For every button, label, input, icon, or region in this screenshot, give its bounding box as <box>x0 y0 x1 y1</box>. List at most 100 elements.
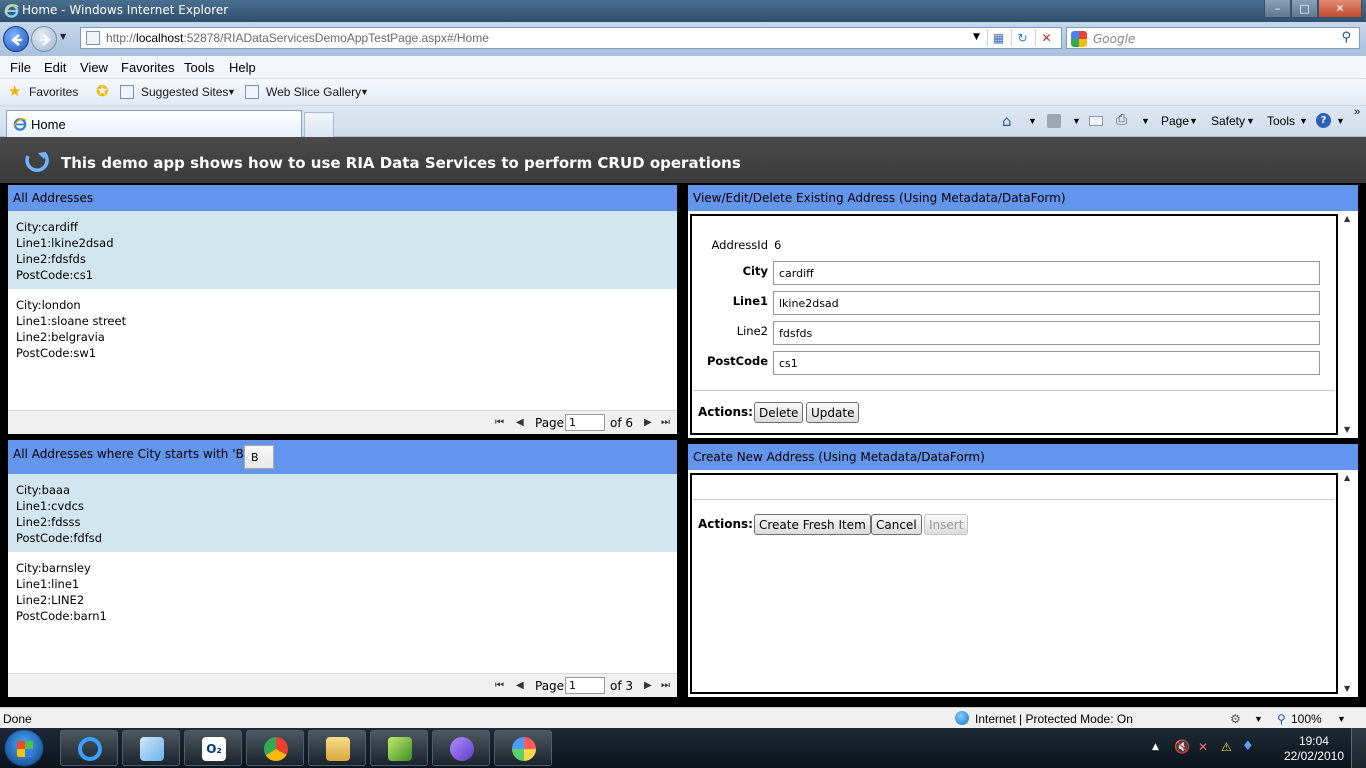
print-dropdown-icon[interactable]: ▼ <box>1141 116 1150 126</box>
cancel-button[interactable]: Cancel <box>871 514 922 535</box>
pager-total-label: of 6 <box>610 416 634 430</box>
safety-menu[interactable]: Safety <box>1211 114 1245 128</box>
taskbar-o2[interactable]: O₂ <box>184 730 242 766</box>
search-box[interactable]: Google ⚲ <box>1066 27 1360 49</box>
show-hidden-icons[interactable]: ▲ <box>1152 742 1159 752</box>
security-zone[interactable]: Internet | Protected Mode: On <box>975 712 1133 726</box>
menu-edit[interactable]: Edit <box>44 60 66 75</box>
create-fresh-item-button[interactable]: Create Fresh Item <box>754 514 871 535</box>
close-window-button[interactable]: ✕ <box>1318 0 1362 18</box>
clock[interactable]: 19:04 22/02/2010 <box>1284 734 1344 764</box>
maximize-button[interactable]: □ <box>1291 0 1318 18</box>
menu-favorites[interactable]: Favorites <box>121 60 174 75</box>
help-icon[interactable]: ? <box>1316 113 1331 128</box>
first-page-icon[interactable]: ⏮ <box>495 680 504 691</box>
page-menu-dropdown-icon[interactable]: ▼ <box>1189 116 1198 126</box>
start-button[interactable] <box>4 729 44 767</box>
new-tab-button[interactable] <box>304 112 334 137</box>
feeds-icon[interactable] <box>1047 114 1061 128</box>
address-bar[interactable]: http://localhost:52878/RIADataServicesDe… <box>80 27 1062 49</box>
volume-muted-icon[interactable]: 🔇 <box>1174 740 1190 755</box>
delete-button[interactable]: Delete <box>754 402 804 423</box>
tab-home[interactable]: Home <box>6 110 302 137</box>
insert-button[interactable]: Insert <box>924 514 969 535</box>
page-content: This demo app shows how to use RIA Data … <box>0 137 1366 707</box>
zoom-icon: ⚲ <box>1277 712 1286 726</box>
url-text[interactable]: http://localhost:52878/RIADataServicesDe… <box>106 31 489 45</box>
print-icon[interactable]: ⎙ <box>1116 112 1132 128</box>
taskbar-app-2[interactable] <box>122 730 180 766</box>
page-menu[interactable]: Page <box>1161 114 1189 128</box>
show-desktop-button[interactable] <box>1351 728 1366 768</box>
city-field[interactable]: cardiff <box>773 261 1320 285</box>
taskbar-chrome[interactable] <box>246 730 304 766</box>
add-favorite-icon[interactable]: ✪ <box>96 82 109 100</box>
address-dropdown-icon[interactable]: ▼ <box>973 32 980 42</box>
web-slice-dropdown-icon[interactable]: ▼ <box>360 87 369 97</box>
postcode-field[interactable]: cs1 <box>773 351 1320 375</box>
list-item[interactable]: City:cardiff Line1:lkine2dsad Line2:fdsf… <box>8 211 677 289</box>
page-number-input[interactable] <box>565 677 605 694</box>
minimize-button[interactable]: – <box>1264 0 1291 18</box>
taskbar-paint[interactable] <box>494 730 552 766</box>
page-number-input[interactable] <box>565 414 605 431</box>
suggested-sites-button[interactable]: Suggested Sites <box>141 85 228 99</box>
web-slice-gallery-button[interactable]: Web Slice Gallery <box>266 85 361 99</box>
home-icon[interactable]: ⌂ <box>1002 112 1018 130</box>
forward-button[interactable] <box>31 26 57 52</box>
chevron-more-icon[interactable]: » <box>1354 106 1360 118</box>
next-page-icon[interactable]: ▶ <box>644 680 652 691</box>
suggested-sites-dropdown-icon[interactable]: ▼ <box>227 87 236 97</box>
city-filter-input[interactable]: B <box>244 445 274 469</box>
list-item[interactable]: City:barnsley Line1:line1 Line2:LINE2 Po… <box>8 552 677 630</box>
tools-menu-dropdown-icon[interactable]: ▼ <box>1299 116 1308 126</box>
search-icon[interactable]: ⚲ <box>1341 30 1351 45</box>
home-dropdown-icon[interactable]: ▼ <box>1028 116 1037 126</box>
network-icon[interactable]: ✕ <box>1198 740 1208 754</box>
search-input[interactable]: Google <box>1093 32 1135 46</box>
actions-label: Actions: <box>698 517 753 531</box>
action-center-icon[interactable]: ⚠ <box>1221 740 1232 754</box>
menu-help[interactable]: Help <box>229 60 256 75</box>
edit-form-scrollbar[interactable]: ▲ ▼ <box>1340 211 1357 437</box>
safety-menu-dropdown-icon[interactable]: ▼ <box>1246 116 1255 126</box>
menu-tools[interactable]: Tools <box>184 60 214 75</box>
zoom-level[interactable]: 100% <box>1291 712 1322 726</box>
taskbar-ie[interactable] <box>60 730 118 766</box>
scroll-down-icon[interactable]: ▼ <box>1344 684 1350 693</box>
list-item[interactable]: City:london Line1:sloane street Line2:be… <box>8 289 677 367</box>
feeds-dropdown-icon[interactable]: ▼ <box>1072 116 1081 126</box>
previous-page-icon[interactable]: ◀ <box>516 680 524 691</box>
stop-icon[interactable]: ✕ <box>1035 29 1057 47</box>
list-item[interactable]: City:baaa Line1:cvdcs Line2:fdsss PostCo… <box>8 474 677 552</box>
update-button[interactable]: Update <box>806 402 860 423</box>
taskbar-app-6[interactable] <box>370 730 428 766</box>
scroll-up-icon[interactable]: ▲ <box>1344 214 1350 223</box>
dropbox-icon[interactable]: ♦ <box>1242 739 1254 754</box>
last-page-icon[interactable]: ⏭ <box>661 680 670 691</box>
create-form-scrollbar[interactable]: ▲ ▼ <box>1340 470 1357 696</box>
scroll-up-icon[interactable]: ▲ <box>1344 473 1350 482</box>
taskbar-visual-studio[interactable] <box>432 730 490 766</box>
help-dropdown-icon[interactable]: ▼ <box>1336 116 1345 126</box>
protected-mode-dropdown-icon[interactable]: ▼ <box>1254 714 1263 724</box>
protected-mode-icon[interactable]: ⚙ <box>1230 712 1241 726</box>
scroll-down-icon[interactable]: ▼ <box>1344 425 1350 434</box>
menu-file[interactable]: File <box>10 60 31 75</box>
history-dropdown-icon[interactable]: ▼ <box>60 32 66 41</box>
tools-menu[interactable]: Tools <box>1267 114 1295 128</box>
previous-page-icon[interactable]: ◀ <box>516 417 524 428</box>
line2-field[interactable]: fdsfds <box>773 321 1320 345</box>
taskbar-explorer[interactable] <box>308 730 366 766</box>
refresh-icon[interactable]: ↻ <box>1011 29 1033 47</box>
last-page-icon[interactable]: ⏭ <box>661 417 670 428</box>
back-button[interactable] <box>3 26 29 52</box>
menu-view[interactable]: View <box>80 60 108 75</box>
read-mail-icon[interactable] <box>1089 116 1103 126</box>
zoom-dropdown-icon[interactable]: ▼ <box>1337 714 1346 724</box>
first-page-icon[interactable]: ⏮ <box>495 417 504 428</box>
line1-field[interactable]: lkine2dsad <box>773 291 1320 315</box>
next-page-icon[interactable]: ▶ <box>644 417 652 428</box>
favorites-button[interactable]: Favorites <box>29 85 78 99</box>
compatibility-view-icon[interactable]: ▦ <box>987 29 1009 47</box>
